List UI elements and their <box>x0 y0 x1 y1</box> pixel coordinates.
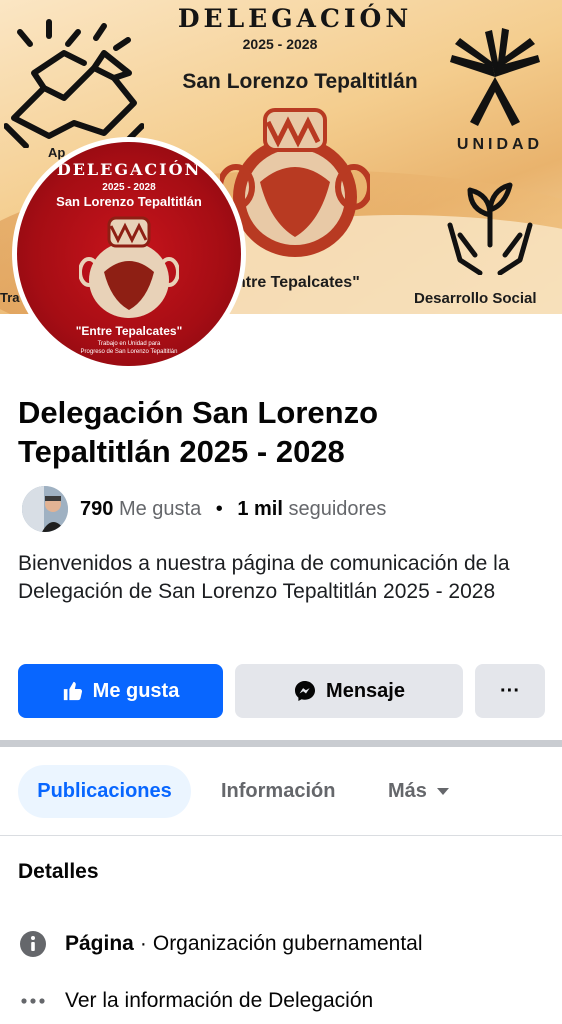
page-stats[interactable]: 790 Me gusta • 1 mil seguidores <box>22 486 386 532</box>
cover-place: San Lorenzo Tepaltitlán <box>182 70 418 93</box>
cover-text-fragment: Tra <box>0 290 20 305</box>
cover-slogan: ntre Tepalcates" <box>236 274 360 291</box>
section-divider <box>0 740 562 747</box>
details-heading: Detalles <box>18 860 99 883</box>
like-button-label: Me gusta <box>92 679 180 702</box>
avatar-subtitle: Progreso de San Lorenzo Tepaltitlán <box>80 349 178 355</box>
cover-years: 2025 - 2028 <box>242 36 318 52</box>
caret-down-icon <box>436 787 449 795</box>
likes-followers-text: 790 Me gusta • 1 mil seguidores <box>80 498 386 521</box>
friend-avatar <box>22 486 68 532</box>
page-description: Bienvenidos a nuestra página de comunica… <box>18 552 510 603</box>
like-button[interactable]: Me gusta <box>18 664 223 718</box>
message-button-label: Mensaje <box>326 679 405 702</box>
tab-mas[interactable]: Más <box>388 765 449 818</box>
profile-picture-image: DELEGACIÓN 2025 - 2028 San Lorenzo Tepal… <box>17 142 241 366</box>
handshake-icon <box>4 19 144 148</box>
cover-desarrollo-social: Desarrollo Social <box>414 290 537 307</box>
hands-together-icon <box>450 28 540 126</box>
followers-count: 1 mil <box>237 497 283 520</box>
see-more-info-label: Ver la información de Delegación <box>65 989 374 1012</box>
cover-title: DELEGACIÓN <box>177 4 413 33</box>
ellipsis-icon <box>18 986 48 1016</box>
tab-label: Información <box>221 780 336 802</box>
avatar-title: DELEGACIÓN <box>56 160 202 179</box>
category-separator: · <box>139 932 147 955</box>
info-icon <box>18 929 48 959</box>
stats-separator: • <box>215 497 223 520</box>
see-more-info-link[interactable]: Ver la información de Delegación <box>18 985 373 1017</box>
more-dots-icon: ··· <box>500 679 520 702</box>
cover-unidad: UNIDAD <box>456 136 544 153</box>
page-title: Delegación San Lorenzo Tepaltitlán 2025 … <box>18 395 379 469</box>
message-button[interactable]: Mensaje <box>235 664 463 718</box>
tabs-divider <box>0 835 562 836</box>
detail-category: Página · Organización gubernamental <box>18 928 423 960</box>
hands-plant-icon <box>447 182 533 275</box>
category-value: Organización gubernamental <box>152 932 423 955</box>
category-label: Página <box>65 932 134 955</box>
profile-picture[interactable]: DELEGACIÓN 2025 - 2028 San Lorenzo Tepal… <box>12 137 246 371</box>
vase-image <box>79 216 179 318</box>
tab-informacion[interactable]: Información <box>221 765 335 818</box>
messenger-icon <box>295 681 316 701</box>
thumbs-up-icon <box>63 681 82 701</box>
likes-count: 790 <box>80 497 114 520</box>
avatar-subtitle: Trabajo en Unidad para <box>97 341 161 347</box>
tab-label: Más <box>388 780 427 802</box>
avatar-place: San Lorenzo Tepaltitlán <box>56 194 202 209</box>
tab-label: Publicaciones <box>37 780 172 802</box>
avatar-years: 2025 - 2028 <box>102 182 156 193</box>
followers-label: seguidores <box>288 497 387 520</box>
likes-label: Me gusta <box>118 497 202 520</box>
tab-publicaciones[interactable]: Publicaciones <box>18 765 191 818</box>
avatar-slogan: "Entre Tepalcates" <box>75 324 183 338</box>
more-options-button[interactable]: ··· <box>475 664 545 718</box>
